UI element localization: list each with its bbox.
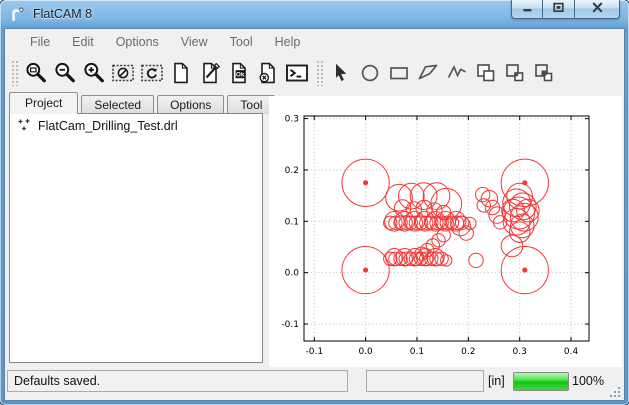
delete-object-button[interactable] <box>253 58 282 87</box>
svg-text:0.2: 0.2 <box>285 166 299 176</box>
menu-item-options[interactable]: Options <box>105 32 170 52</box>
polygon-tool-button[interactable] <box>413 58 442 87</box>
toolbar-handle[interactable] <box>11 60 18 86</box>
main-toolbar: Ok <box>6 54 311 91</box>
polygon-tool-icon <box>416 61 440 85</box>
zoom-in-button[interactable] <box>79 58 108 87</box>
tab-bar: ProjectSelectedOptionsTool <box>9 92 278 114</box>
maximize-button[interactable] <box>543 0 575 19</box>
intersection-tool-button[interactable] <box>500 58 529 87</box>
svg-text:0.3: 0.3 <box>513 347 527 357</box>
flatcam-window: FlatCAM 8 FileEditOptionsViewToolHelp Ok… <box>0 0 629 405</box>
titlebar[interactable]: FlatCAM 8 <box>0 0 629 28</box>
status-aux-panel <box>366 370 484 392</box>
zoom-fit-button[interactable] <box>21 58 50 87</box>
svg-text:0.2: 0.2 <box>461 347 475 357</box>
new-project-button[interactable] <box>166 58 195 87</box>
open-project-icon <box>198 61 222 85</box>
shell-icon <box>285 61 309 85</box>
svg-text:0.0: 0.0 <box>285 269 300 279</box>
circle-tool-icon <box>358 61 382 85</box>
plot-canvas: -0.1 0.0 0.1 0.2 0.3 0.4 -0.1 0.0 0.1 0.2 0.3 <box>269 96 622 367</box>
clear-plot-button[interactable] <box>108 58 137 87</box>
menu-item-help[interactable]: Help <box>264 32 312 52</box>
svg-text:0.1: 0.1 <box>285 217 299 227</box>
tree-item-label: FlatCam_Drilling_Test.drl <box>38 119 178 133</box>
select-tool-icon <box>329 61 353 85</box>
zoom-fit-icon <box>24 61 48 85</box>
zoom-out-button[interactable] <box>50 58 79 87</box>
svg-text:-0.1: -0.1 <box>281 320 299 330</box>
tree-item[interactable]: FlatCam_Drilling_Test.drl <box>10 114 262 135</box>
shell-button[interactable] <box>282 58 311 87</box>
save-project-icon: Ok <box>227 61 251 85</box>
rectangle-tool-icon <box>387 61 411 85</box>
save-project-button[interactable]: Ok <box>224 58 253 87</box>
clear-plot-icon <box>111 61 135 85</box>
menu-item-view[interactable]: View <box>170 32 219 52</box>
svg-text:Ok: Ok <box>235 71 244 78</box>
svg-text:-0.1: -0.1 <box>305 347 323 357</box>
units-label: [in] <box>488 370 505 392</box>
minimize-button[interactable] <box>511 0 543 19</box>
maximize-icon <box>552 0 565 18</box>
tab-options[interactable]: Options <box>157 95 224 114</box>
new-project-icon <box>169 61 193 85</box>
zoom-out-icon <box>53 61 77 85</box>
delete-object-icon <box>256 61 280 85</box>
close-button[interactable] <box>575 0 620 19</box>
replot-button[interactable] <box>137 58 166 87</box>
tab-project[interactable]: Project <box>9 92 78 114</box>
zoom-in-icon <box>82 61 106 85</box>
circle-tool-button[interactable] <box>355 58 384 87</box>
menu-item-edit[interactable]: Edit <box>61 32 105 52</box>
window-title: FlatCAM 8 <box>33 7 92 21</box>
union-tool-button[interactable] <box>471 58 500 87</box>
plot-svg[interactable]: -0.1 0.0 0.1 0.2 0.3 0.4 -0.1 0.0 0.1 0.2 0.3 <box>269 96 622 367</box>
path-tool-button[interactable] <box>442 58 471 87</box>
svg-text:0.1: 0.1 <box>410 347 424 357</box>
select-tool-button[interactable] <box>326 58 355 87</box>
progress-fill <box>514 373 568 390</box>
status-message: Defaults saved. <box>7 370 348 392</box>
progress-bar <box>513 372 569 391</box>
geometry-toolbar <box>311 54 558 91</box>
progress-percent-label: 100% <box>572 370 604 392</box>
toolbar: Ok <box>6 54 623 91</box>
tab-selected[interactable]: Selected <box>81 95 154 114</box>
open-project-button[interactable] <box>195 58 224 87</box>
menu-item-file[interactable]: File <box>19 32 61 52</box>
subtract-tool-button[interactable] <box>529 58 558 87</box>
menu-bar: FileEditOptionsViewToolHelp <box>6 30 623 53</box>
toolbar-handle[interactable] <box>316 60 323 86</box>
window-controls <box>511 0 620 19</box>
resize-grip-icon[interactable] <box>609 385 621 397</box>
path-tool-icon <box>445 61 469 85</box>
minimize-icon <box>521 0 534 18</box>
svg-text:0.0: 0.0 <box>358 347 373 357</box>
subtract-tool-icon <box>532 61 556 85</box>
intersection-tool-icon <box>503 61 527 85</box>
flatcam-logo-icon <box>9 6 26 23</box>
svg-text:0.4: 0.4 <box>564 347 579 357</box>
status-bar: Defaults saved. [in] 100% <box>5 367 624 400</box>
union-tool-icon <box>474 61 498 85</box>
svg-text:0.3: 0.3 <box>285 115 299 125</box>
replot-icon <box>140 61 164 85</box>
menu-item-tool[interactable]: Tool <box>219 32 264 52</box>
close-icon <box>591 0 604 18</box>
project-tree[interactable]: FlatCam_Drilling_Test.drl <box>9 113 263 363</box>
rectangle-tool-button[interactable] <box>384 58 413 87</box>
drill-file-icon <box>17 118 32 133</box>
client-area: FileEditOptionsViewToolHelp Ok ProjectSe… <box>4 28 625 401</box>
